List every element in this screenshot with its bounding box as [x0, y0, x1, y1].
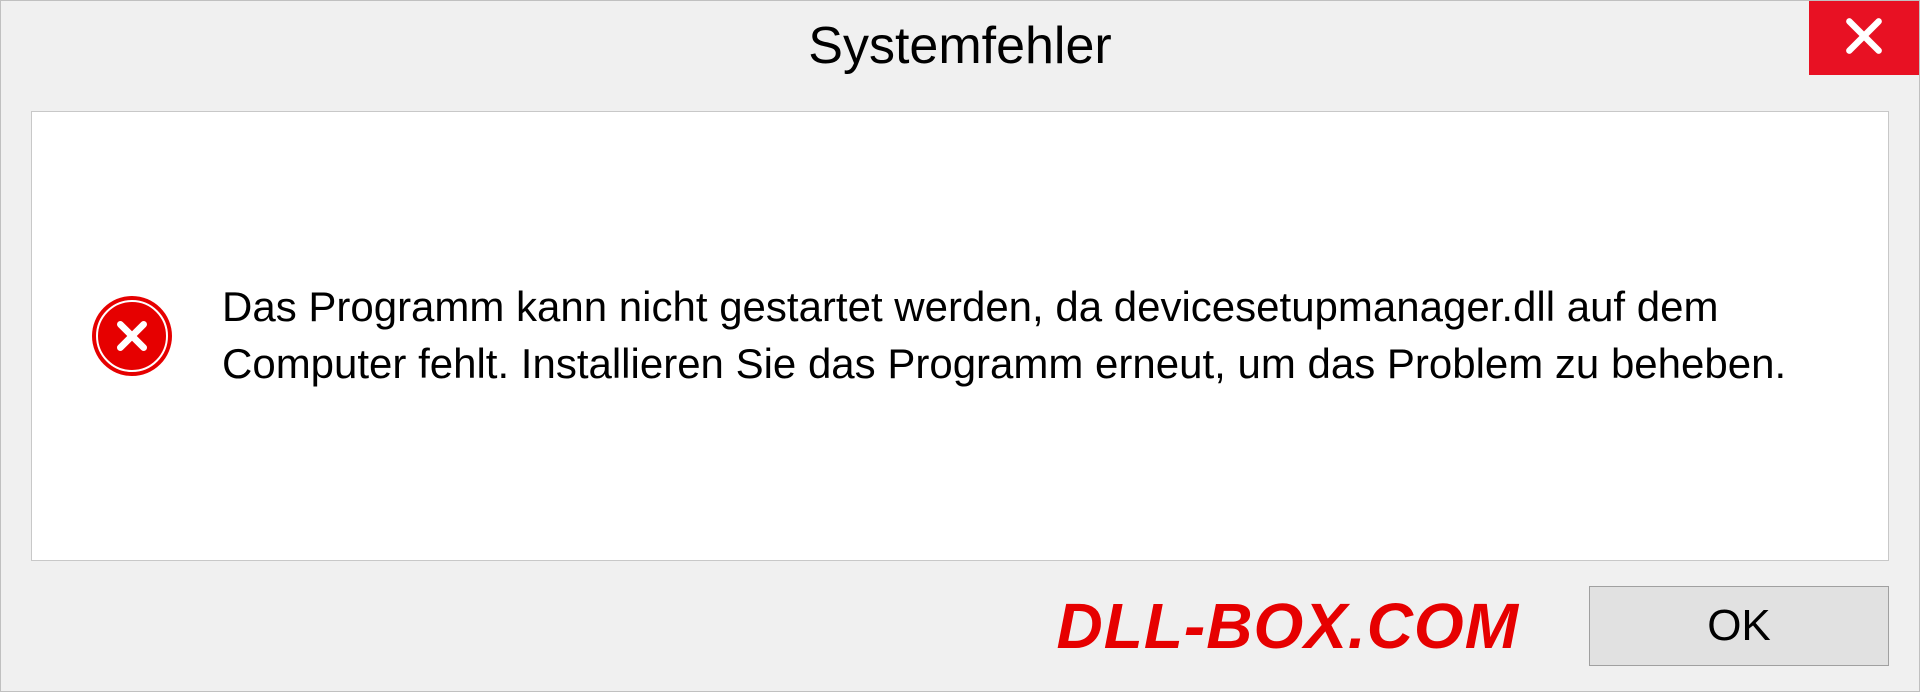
- ok-button[interactable]: OK: [1589, 586, 1889, 666]
- close-icon: [1842, 14, 1886, 63]
- error-message: Das Programm kann nicht gestartet werden…: [222, 279, 1828, 392]
- ok-button-label: OK: [1707, 601, 1771, 651]
- content-area: Das Programm kann nicht gestartet werden…: [1, 91, 1919, 561]
- dialog-title: Systemfehler: [808, 16, 1111, 76]
- message-panel: Das Programm kann nicht gestartet werden…: [31, 111, 1889, 561]
- watermark-text: DLL-BOX.COM: [1057, 589, 1520, 663]
- titlebar: Systemfehler: [1, 1, 1919, 91]
- close-button[interactable]: [1809, 1, 1919, 75]
- button-row: DLL-BOX.COM OK: [1, 561, 1919, 691]
- error-dialog: Systemfehler Das Programm kann nicht: [0, 0, 1920, 692]
- error-icon: [92, 296, 172, 376]
